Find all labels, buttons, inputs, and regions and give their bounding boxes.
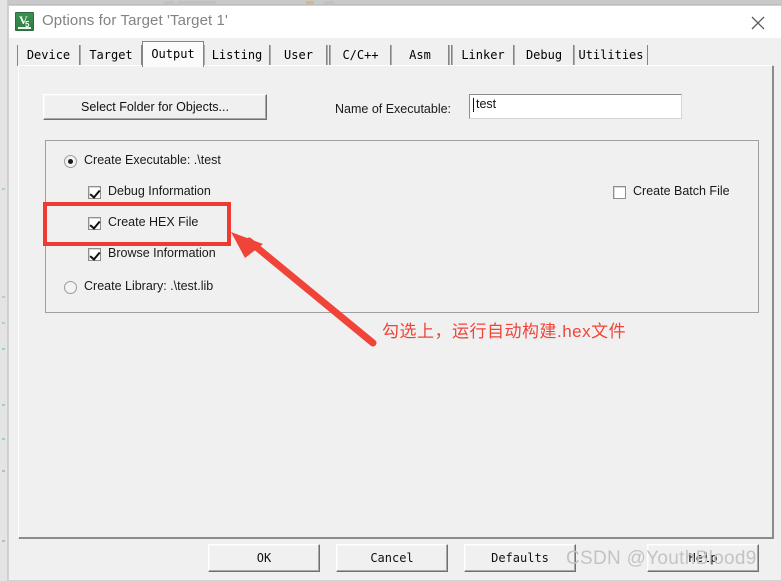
output-options-groupbox: Create Executable: .\test Debug Informat… [45,140,759,313]
browse-information-label: Browse Information [108,246,216,260]
create-library-label: Create Library: .\test.lib [84,279,214,293]
name-of-executable-value: test [476,97,497,111]
tab-debug[interactable]: Debug [514,45,574,66]
tab-target[interactable]: Target [80,45,142,66]
browse-information-checkbox[interactable] [88,248,101,261]
dialog-titlebar: V 5 Options for Target 'Target 1' [9,6,781,38]
defaults-button[interactable]: Defaults [464,544,576,572]
strip-tick [2,540,5,542]
tab-listing[interactable]: Listing [204,45,270,66]
parent-window-top-strip-inner [8,0,782,4]
strip-tick [2,470,5,472]
tab-utilities[interactable]: Utilities [574,45,648,66]
screenshot-root: V 5 Options for Target 'Target 1' Device… [0,0,782,581]
tab-asm[interactable]: Asm [391,45,449,66]
strip-tick [2,404,5,406]
tab-user[interactable]: User [270,45,327,66]
keil-uvision-icon: V 5 [15,12,34,31]
ghost-mark [178,1,216,4]
output-tab-page: Select Folder for Objects... Name of Exe… [18,65,773,539]
parent-window-left-strip [0,0,8,581]
strip-tick [2,188,5,190]
strip-tick [2,296,5,298]
annotation-note-text: 勾选上，运行自动构建.hex文件 [382,322,627,341]
name-of-executable-label: Name of Executable: [335,102,452,116]
close-icon[interactable] [736,6,781,37]
tabpage-bottom-shadow [19,537,774,539]
ghost-mark [324,1,334,4]
debug-information-label: Debug Information [108,184,211,198]
tabpage-right-shadow [772,66,774,539]
options-dialog: V 5 Options for Target 'Target 1' Device… [8,5,782,581]
tabstrip: Device Target Output Listing User C/C++ … [9,38,781,67]
cancel-button[interactable]: Cancel [336,544,448,572]
debug-information-checkbox[interactable] [88,186,101,199]
tab-output[interactable]: Output [142,41,204,67]
icon-underbar [18,27,31,29]
create-executable-radio[interactable] [64,155,77,168]
strip-tick [2,322,5,324]
ok-button[interactable]: OK [208,544,320,572]
tab-linker[interactable]: Linker [452,45,514,66]
csdn-watermark: CSDN @YouthBlood9 [566,548,757,569]
ghost-mark [164,1,174,4]
name-of-executable-input[interactable]: test [469,94,682,119]
create-library-radio[interactable] [64,281,77,294]
create-executable-label: Create Executable: .\test [84,153,221,167]
tab-device[interactable]: Device [17,45,80,66]
create-batch-file-label: Create Batch File [633,184,730,198]
ghost-mark [306,1,314,4]
strip-tick [2,438,5,440]
select-folder-for-objects-button[interactable]: Select Folder for Objects... [43,94,267,120]
dialog-title: Options for Target 'Target 1' [42,12,228,29]
text-caret [473,98,474,112]
create-hex-file-label: Create HEX File [108,215,199,229]
create-hex-file-checkbox[interactable] [88,217,101,230]
strip-tick [2,348,5,350]
tab-cpp[interactable]: C/C++ [330,45,391,66]
create-batch-file-checkbox[interactable] [613,186,626,199]
